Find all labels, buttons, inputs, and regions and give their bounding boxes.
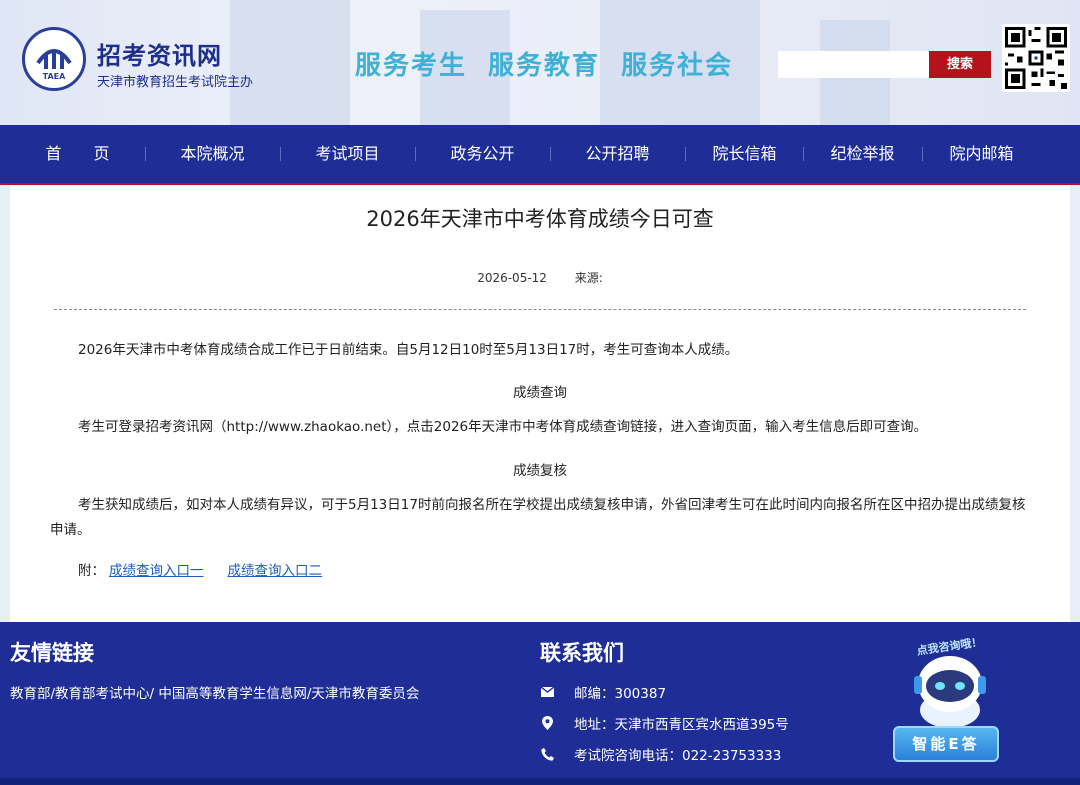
search-input[interactable] xyxy=(778,51,930,78)
contact-phone: 考试院咨询电话：022-23753333 xyxy=(540,744,781,764)
slogan: 服务考生 服务教育 服务社会 xyxy=(355,51,734,81)
nav-dean-mailbox[interactable]: 院长信箱 xyxy=(686,125,803,183)
paragraph-intro: 2026年天津市中考体育成绩合成工作已于日前结束。自5月12日10时至5月13日… xyxy=(78,342,739,358)
contact-postcode: 邮编：300387 xyxy=(540,682,666,702)
nav-about[interactable]: 本院概况 xyxy=(146,125,279,183)
main-nav: 首 页 本院概况 考试项目 政务公开 公开招聘 院长信箱 纪检举报 院内邮箱 xyxy=(0,125,1080,185)
nav-exams[interactable]: 考试项目 xyxy=(281,125,414,183)
nav-public-affairs[interactable]: 政务公开 xyxy=(416,125,549,183)
paragraph-query: 考生可登录招考资讯网（http://www.zhaokao.net），点击202… xyxy=(78,419,928,435)
attachments: 附： 成绩查询入口一 成绩查询入口二 xyxy=(78,559,342,579)
qr-code xyxy=(1002,24,1070,92)
footer-bottom-bar xyxy=(0,778,1080,785)
site-subtitle: 天津市教育招生考试院主办 xyxy=(97,75,254,90)
location-icon xyxy=(540,716,554,730)
mail-icon xyxy=(540,685,554,699)
site-footer: 友情链接 教育部/教育部考试中心/ 中国高等教育学生信息网/天津市教育委员会 联… xyxy=(0,622,1080,785)
site-header: TAEA 招考资讯网 天津市教育招生考试院主办 服务考生 服务教育 服务社会 搜… xyxy=(0,0,1080,125)
logo-text: TAEA xyxy=(43,72,66,81)
article-meta: 2026-05-12 来源: xyxy=(10,269,1070,286)
friend-links-title: 友情链接 xyxy=(10,641,94,665)
paragraph-review: 考生获知成绩后，如对本人成绩有异议，可于5月13日17时前向报名所在学校提出成绩… xyxy=(50,497,1026,538)
phone-icon xyxy=(540,747,554,761)
section-heading-review: 成绩复核 xyxy=(513,463,567,479)
article-source: 来源: xyxy=(574,271,603,285)
nav-recruitment[interactable]: 公开招聘 xyxy=(551,125,684,183)
divider xyxy=(54,309,1026,310)
query-link-2[interactable]: 成绩查询入口二 xyxy=(228,563,323,579)
robot-banner: 点我咨询哦！ xyxy=(916,638,983,658)
section-heading-query: 成绩查询 xyxy=(513,385,567,401)
contact-address: 地址：天津市西青区宾水西道395号 xyxy=(540,713,789,733)
article-title: 2026年天津市中考体育成绩今日可查 xyxy=(366,207,714,231)
nav-discipline-report[interactable]: 纪检举报 xyxy=(804,125,921,183)
article-panel: 2026年天津市中考体育成绩今日可查 2026-05-12 来源: 2026年天… xyxy=(10,185,1070,622)
ai-answer-button[interactable]: 智能E答 xyxy=(893,726,999,762)
query-link-1[interactable]: 成绩查询入口一 xyxy=(109,563,204,579)
contact-title: 联系我们 xyxy=(540,641,624,665)
friend-links[interactable]: 教育部/教育部考试中心/ 中国高等教育学生信息网/天津市教育委员会 xyxy=(10,682,419,702)
site-logo[interactable]: TAEA xyxy=(22,27,86,91)
nav-home[interactable]: 首 页 xyxy=(10,125,145,183)
site-name[interactable]: 招考资讯网 xyxy=(97,36,222,71)
attach-label: 附： xyxy=(78,563,105,579)
nav-internal-mail[interactable]: 院内邮箱 xyxy=(923,125,1040,183)
article-date: 2026-05-12 xyxy=(477,271,547,285)
search-button[interactable]: 搜索 xyxy=(929,51,991,78)
